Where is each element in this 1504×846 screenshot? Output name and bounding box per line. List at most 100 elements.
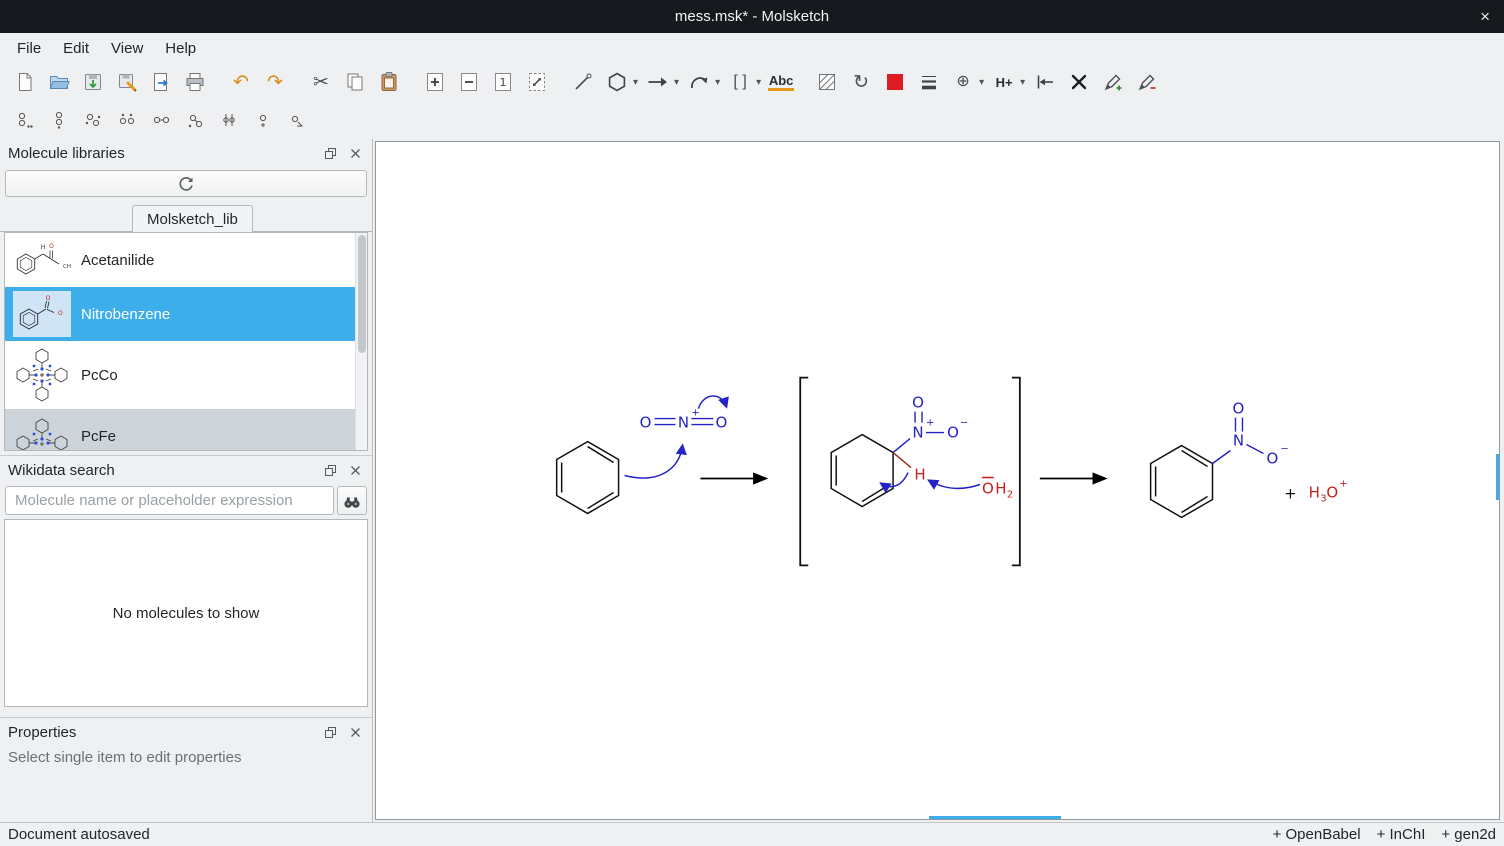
redo-button[interactable]: ↷	[261, 67, 289, 97]
hydrogen-add-button[interactable]: H+	[990, 67, 1018, 97]
mechanism-arrow-loop[interactable]	[698, 396, 726, 409]
charged-atom-button[interactable]	[249, 105, 277, 135]
new-document-button[interactable]	[11, 67, 39, 97]
atom-subscript-button[interactable]	[181, 105, 209, 135]
text-tool-button[interactable]: Abc	[767, 67, 795, 97]
mechanism-arrow-rearomatize[interactable]	[881, 473, 908, 487]
export-button[interactable]	[147, 67, 175, 97]
arenium-ring[interactable]	[831, 435, 893, 507]
print-button[interactable]	[181, 67, 209, 97]
molecule-search-input[interactable]	[5, 486, 334, 515]
subscript-label[interactable]: 2	[1007, 489, 1013, 500]
n-o-double-bond[interactable]	[915, 412, 922, 423]
atom-label[interactable]: H	[1309, 483, 1320, 501]
charge-label[interactable]: −	[1280, 444, 1288, 455]
hatch-fill-button[interactable]	[813, 67, 841, 97]
zoom-in-button[interactable]	[421, 67, 449, 97]
undo-button[interactable]: ↶	[227, 67, 255, 97]
reaction-arrow-button[interactable]	[644, 67, 672, 97]
water-base[interactable]: O H 2	[982, 478, 1013, 501]
refresh-libraries-button[interactable]	[5, 170, 367, 197]
charge-label[interactable]: +	[926, 418, 934, 429]
electron-dots-button[interactable]	[113, 105, 141, 135]
copy-button[interactable]	[341, 67, 369, 97]
hydronium-ion[interactable]: H 3 O +	[1309, 478, 1348, 504]
nitronium-ion[interactable]: O N + O	[640, 396, 728, 432]
lone-pair-diagonal-button[interactable]	[11, 105, 39, 135]
mechanism-arrow-deprotonation[interactable]	[929, 481, 980, 489]
benzene-molecule[interactable]	[557, 442, 619, 514]
ring-tool-button[interactable]	[603, 67, 631, 97]
horizontal-scrollbar-thumb[interactable]	[929, 816, 1061, 819]
library-list-scrollbar[interactable]	[355, 233, 367, 450]
drawing-canvas[interactable]: O N + O	[375, 141, 1500, 820]
atom-label[interactable]: O	[1267, 450, 1279, 468]
n-o-double-bond[interactable]	[1235, 418, 1242, 432]
mechanism-arrow-button[interactable]	[685, 67, 713, 97]
menu-help[interactable]: Help	[154, 36, 207, 61]
save-as-button[interactable]	[113, 67, 141, 97]
bracket-tool-button[interactable]: [ ]	[726, 67, 754, 97]
search-button[interactable]	[337, 486, 367, 515]
chevron-down-icon[interactable]: ▾	[674, 77, 679, 88]
close-panel-button[interactable]	[346, 462, 364, 480]
pen-minus-button[interactable]	[1133, 67, 1161, 97]
atom-label[interactable]: H	[995, 479, 1006, 497]
zoom-out-button[interactable]	[455, 67, 483, 97]
list-item-acetanilide[interactable]: H O CH₃ Acetanilide	[5, 233, 367, 287]
charge-button[interactable]: ⊕	[949, 67, 977, 97]
draw-line-button[interactable]	[569, 67, 597, 97]
chevron-down-icon[interactable]: ▾	[715, 77, 720, 88]
line-width-button[interactable]	[915, 67, 943, 97]
atom-label[interactable]: O	[1233, 400, 1245, 418]
c-n-bond[interactable]	[893, 439, 910, 453]
atom-label[interactable]: O	[947, 424, 959, 442]
atom-label[interactable]: N	[678, 414, 689, 432]
color-swatch-button[interactable]	[881, 67, 909, 97]
charge-label[interactable]: +	[1339, 478, 1347, 489]
nitrobenzene-product[interactable]: O N O −	[1151, 400, 1289, 518]
charge-label[interactable]: +	[691, 408, 699, 419]
save-button[interactable]	[79, 67, 107, 97]
delete-button[interactable]	[1065, 67, 1093, 97]
radical-dots-button[interactable]	[79, 105, 107, 135]
c-n-bond[interactable]	[1213, 451, 1231, 464]
align-button[interactable]	[1031, 67, 1059, 97]
zoom-original-button[interactable]: 1	[489, 67, 517, 97]
c-h-bond[interactable]	[893, 453, 911, 468]
atom-label[interactable]: O	[1326, 483, 1338, 501]
menu-view[interactable]: View	[100, 36, 154, 61]
list-item-pcfe[interactable]: PcFe	[5, 409, 367, 451]
vertical-scrollbar-thumb[interactable]	[1496, 454, 1499, 500]
open-button[interactable]	[45, 67, 73, 97]
close-panel-button[interactable]	[346, 145, 364, 163]
float-panel-button[interactable]	[321, 145, 339, 163]
close-panel-button[interactable]	[346, 724, 364, 742]
zoom-fit-button[interactable]	[523, 67, 551, 97]
scrollbar-thumb[interactable]	[358, 235, 366, 353]
chevron-down-icon[interactable]: ▾	[633, 77, 638, 88]
pen-plus-button[interactable]	[1099, 67, 1127, 97]
atom-angle-button[interactable]	[283, 105, 311, 135]
chevron-down-icon[interactable]: ▾	[979, 77, 984, 88]
paste-button[interactable]	[375, 67, 403, 97]
window-close-button[interactable]: ×	[1480, 0, 1490, 33]
atom-label[interactable]: H	[914, 465, 925, 483]
lone-pair-vertical-button[interactable]	[45, 105, 73, 135]
menu-file[interactable]: File	[6, 36, 52, 61]
chevron-down-icon[interactable]: ▾	[1020, 77, 1025, 88]
atom-label[interactable]: O	[715, 414, 727, 432]
atom-label[interactable]: N	[912, 424, 923, 442]
atom-label[interactable]: O	[982, 479, 994, 497]
float-panel-button[interactable]	[321, 724, 339, 742]
stacked-atoms-button[interactable]	[215, 105, 243, 135]
chevron-down-icon[interactable]: ▾	[756, 77, 761, 88]
arenium-intermediate[interactable]: O N + O − H O H 2	[800, 378, 1020, 566]
atom-label[interactable]: O	[912, 394, 924, 412]
list-item-pcco[interactable]: PcCo	[5, 341, 367, 409]
n-o-single-bond[interactable]	[1246, 445, 1263, 454]
atom-label[interactable]: N	[1233, 432, 1244, 450]
mechanism-arrow-attack[interactable]	[625, 446, 683, 478]
benzene-ring[interactable]	[1151, 446, 1213, 518]
tab-molsketch-lib[interactable]: Molsketch_lib	[132, 205, 253, 233]
